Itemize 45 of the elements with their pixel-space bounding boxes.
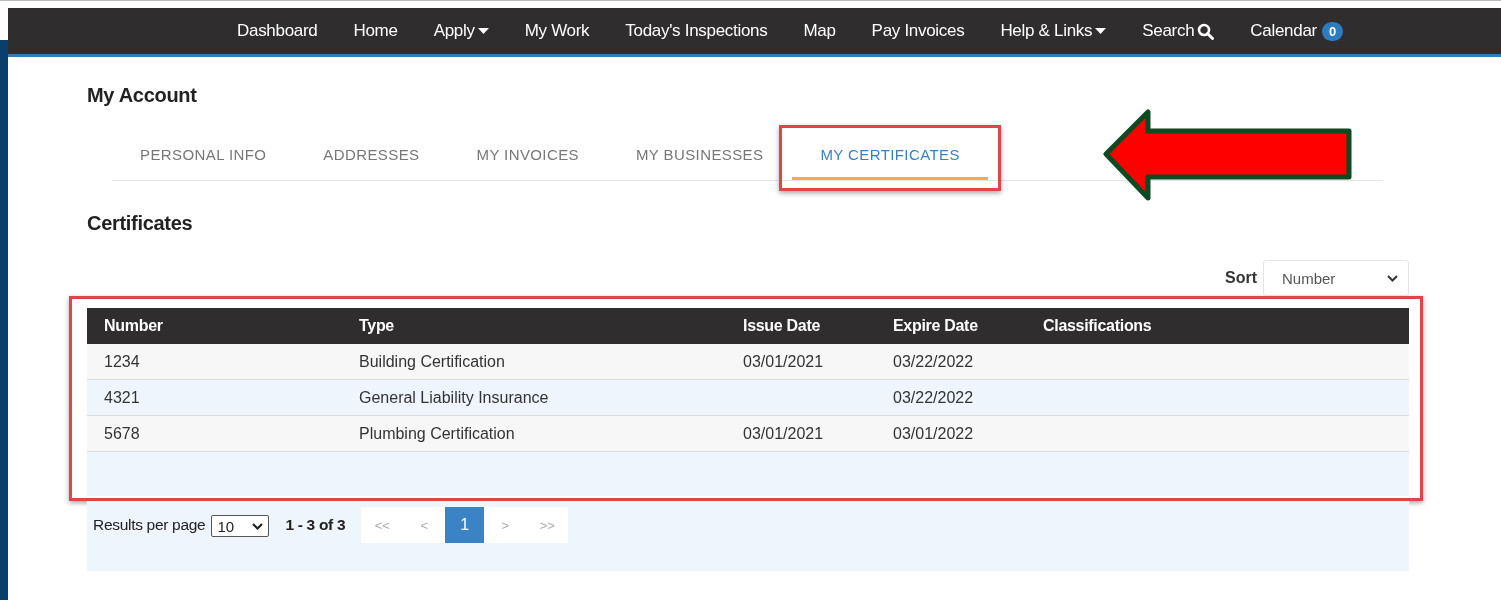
table-cell: General Liability Insurance bbox=[359, 388, 549, 406]
column-header: Issue Date bbox=[742, 317, 822, 335]
nav-link[interactable]: Map bbox=[803, 21, 836, 41]
nav-link[interactable]: Calendar 0 bbox=[1250, 21, 1343, 41]
table-cell: 03/22/2022 bbox=[893, 388, 974, 406]
result-range: 1 - 3 of 3 bbox=[285, 515, 346, 535]
table-cell: 5678 bbox=[104, 424, 140, 442]
nav-link[interactable]: Dashboard bbox=[237, 21, 318, 41]
column-header: Type bbox=[358, 317, 395, 335]
nav-link[interactable]: Help & Links bbox=[1000, 21, 1107, 41]
table-cell: 03/01/2021 bbox=[743, 424, 824, 442]
chevron-icon bbox=[1387, 274, 1398, 282]
count-badge: 0 bbox=[1321, 21, 1343, 41]
nav-link[interactable]: Today's Inspections bbox=[625, 21, 768, 41]
page-size-dropdown[interactable]: 10 bbox=[211, 515, 270, 537]
table-cell: 4321 bbox=[104, 388, 140, 406]
nav-link[interactable]: Home bbox=[353, 21, 398, 41]
table-cell: Plumbing Certification bbox=[359, 424, 515, 442]
table-cell: Building Certification bbox=[359, 352, 505, 370]
nav-link[interactable]: Search bbox=[1142, 21, 1215, 41]
table-cell: 1234 bbox=[104, 352, 140, 370]
tab[interactable]: MY CERTIFICATES bbox=[792, 138, 988, 180]
page-button[interactable]: 1 bbox=[445, 507, 485, 543]
nav-link[interactable]: Pay Invoices bbox=[871, 21, 965, 41]
search-icon bbox=[1197, 22, 1215, 40]
column-header: Expire Date bbox=[892, 317, 979, 335]
page-title: My Account bbox=[87, 84, 197, 107]
tab[interactable]: PERSONAL INFO bbox=[112, 138, 295, 180]
chevron-icon bbox=[252, 522, 264, 530]
results-per-page-label: Results per page bbox=[93, 515, 206, 535]
table-cell: 03/01/2022 bbox=[893, 424, 974, 442]
table-cell: 03/01/2021 bbox=[743, 352, 824, 370]
section-title: Certificates bbox=[87, 212, 193, 235]
caret-icon bbox=[1095, 27, 1107, 35]
sort-dropdown[interactable]: Number bbox=[1263, 260, 1409, 296]
caret-icon bbox=[477, 27, 489, 35]
table-cell: 03/22/2022 bbox=[893, 352, 974, 370]
nav-link[interactable]: Apply bbox=[433, 21, 489, 41]
tab[interactable]: ADDRESSES bbox=[295, 138, 448, 180]
nav-link[interactable]: My Work bbox=[524, 21, 590, 41]
tab[interactable]: MY BUSINESSES bbox=[607, 138, 792, 180]
tab[interactable]: MY INVOICES bbox=[448, 138, 607, 180]
column-header: Classifications bbox=[1042, 317, 1153, 335]
column-header: Number bbox=[103, 317, 164, 335]
sort-label: Sort bbox=[1225, 269, 1257, 287]
